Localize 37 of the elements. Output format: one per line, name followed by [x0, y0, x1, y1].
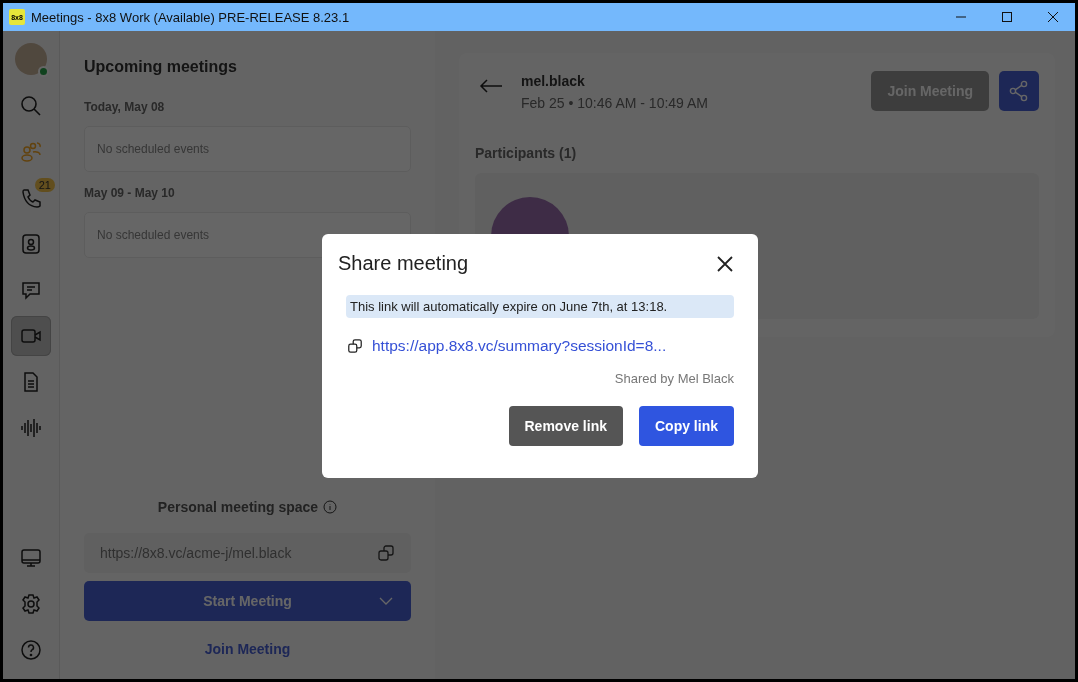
participants-heading: Participants (1) [475, 145, 578, 161]
remove-link-button[interactable]: Remove link [508, 406, 623, 446]
status-dot [38, 66, 49, 77]
join-meeting-link[interactable]: Join Meeting [204, 641, 291, 657]
maximize-icon[interactable] [1001, 11, 1013, 23]
shared-by-text: Shared by Mel Black [613, 371, 734, 386]
waveform-icon [20, 417, 42, 439]
avatar[interactable] [15, 43, 47, 75]
section-label: Personal meeting space [157, 499, 319, 515]
share-icon [1009, 80, 1029, 102]
chevron-down-icon [379, 597, 393, 605]
meeting-host: mel.black [521, 73, 586, 89]
contact-card-icon [20, 233, 42, 255]
date-label: May 09 - May 10 [84, 186, 176, 200]
meeting-time: Feb 25 • 10:46 AM - 10:49 AM [521, 95, 709, 111]
window-title: Meetings - 8x8 Work (Available) PRE-RELEASE 8.23.1 [31, 9, 351, 25]
monitor-icon [20, 547, 42, 569]
settings-icon [20, 593, 42, 615]
close-icon[interactable] [1047, 11, 1059, 23]
chat-icon [20, 279, 42, 301]
panel-heading: Upcoming meetings [84, 58, 238, 76]
meeting-link[interactable]: https://app.8x8.vc/summary?sessionId=8... [372, 337, 667, 355]
search-icon [20, 95, 42, 117]
phone-icon [20, 187, 42, 209]
people-icon [20, 141, 42, 163]
help-icon [20, 639, 42, 661]
back-arrow-icon[interactable] [479, 79, 503, 93]
close-icon[interactable] [716, 254, 734, 273]
sidebar-item[interactable] [11, 316, 51, 356]
date-label: Today, May 08 [84, 100, 166, 114]
copy-link-button[interactable]: Copy link [639, 406, 734, 446]
copy-icon[interactable] [347, 338, 363, 354]
info-icon[interactable] [323, 500, 338, 514]
count-badge: 21 [34, 178, 55, 192]
share-button[interactable] [999, 71, 1039, 111]
start-meeting-button[interactable]: Start Meeting [84, 581, 411, 621]
expiry-notice: This link will automatically expire on June 7th, at 13:18. [346, 295, 734, 318]
